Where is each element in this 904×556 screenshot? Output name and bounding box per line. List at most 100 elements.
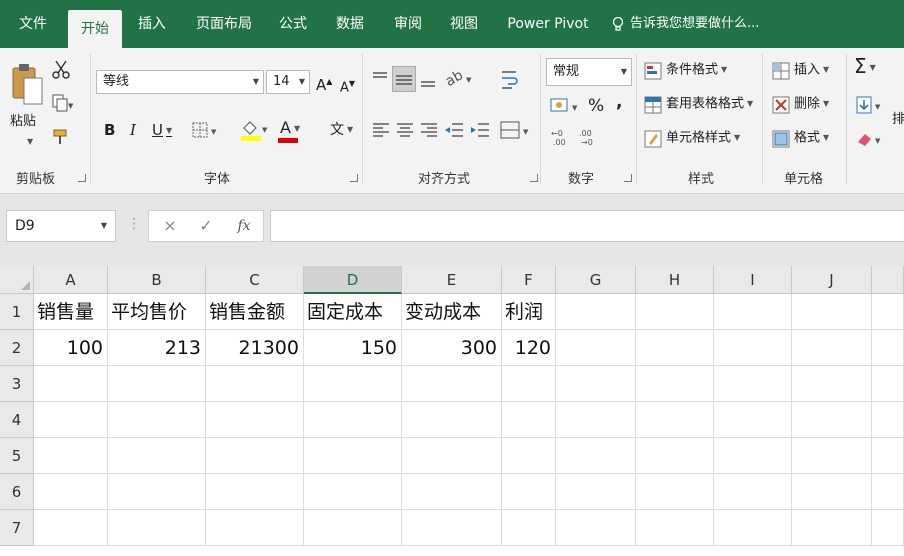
cell-g7[interactable] <box>556 510 636 546</box>
tab-data[interactable]: 数据 <box>326 0 374 48</box>
cell-g2[interactable] <box>556 330 636 366</box>
cell-a4[interactable] <box>34 402 108 438</box>
cell-a5[interactable] <box>34 438 108 474</box>
column-header-h[interactable]: H <box>636 266 714 294</box>
underline-button[interactable]: U ▼ <box>152 120 172 141</box>
phonetic-guide-button[interactable]: 文 ▼ <box>330 120 353 140</box>
cell-b1[interactable]: 平均售价 <box>108 294 206 330</box>
cancel-formula-button[interactable]: × <box>155 211 185 241</box>
column-header-c[interactable]: C <box>206 266 304 294</box>
cell-i6[interactable] <box>714 474 792 510</box>
bold-button[interactable]: B <box>104 120 115 140</box>
format-as-table-button[interactable]: 套用表格格式 ▼ <box>666 94 753 115</box>
cell-g1[interactable] <box>556 294 636 330</box>
fill-down-icon[interactable]: ▼ <box>856 96 884 116</box>
cell-b2[interactable]: 213 <box>108 330 206 366</box>
cell-f3[interactable] <box>502 366 556 402</box>
border-icon[interactable]: ▼ <box>192 122 220 138</box>
align-middle-button[interactable] <box>392 66 416 92</box>
cell-styles-button[interactable]: 单元格样式 ▼ <box>666 128 740 149</box>
cell-b3[interactable] <box>108 366 206 402</box>
tab-review[interactable]: 审阅 <box>384 0 432 48</box>
align-center-icon[interactable] <box>396 122 414 138</box>
cell-b4[interactable] <box>108 402 206 438</box>
decrease-indent-icon[interactable] <box>444 122 464 138</box>
cell-f6[interactable] <box>502 474 556 510</box>
tab-file[interactable]: 文件 <box>8 0 58 48</box>
paste-label[interactable]: 粘贴 <box>10 112 36 132</box>
percent-button[interactable]: % <box>588 96 604 116</box>
delete-cells-button[interactable]: 删除 ▼ <box>794 94 829 115</box>
cell-j7[interactable] <box>792 510 872 546</box>
insert-function-button[interactable]: fx <box>229 211 259 241</box>
number-format-select[interactable]: 常规 ▼ <box>546 58 632 86</box>
paste-button[interactable] <box>10 62 46 116</box>
cell-c5[interactable] <box>206 438 304 474</box>
cell-c2[interactable]: 21300 <box>206 330 304 366</box>
conditional-format-button[interactable]: 条件格式 ▼ <box>666 60 727 81</box>
grow-font-button[interactable]: A▲ <box>316 72 332 95</box>
tab-home[interactable]: 开始 <box>68 10 122 48</box>
cell-a7[interactable] <box>34 510 108 546</box>
cell-c3[interactable] <box>206 366 304 402</box>
column-header-d[interactable]: D <box>304 266 402 294</box>
cell-g4[interactable] <box>556 402 636 438</box>
cell-e1[interactable]: 变动成本 <box>402 294 502 330</box>
cell-d6[interactable] <box>304 474 402 510</box>
cell-e6[interactable] <box>402 474 502 510</box>
cell-e3[interactable] <box>402 366 502 402</box>
cell-f7[interactable] <box>502 510 556 546</box>
row-header-2[interactable]: 2 <box>0 330 34 366</box>
cell-c4[interactable] <box>206 402 304 438</box>
fill-color-icon[interactable]: ▼ <box>240 118 270 142</box>
sort-filter-button[interactable]: 排 <box>892 110 904 130</box>
row-header-3[interactable]: 3 <box>0 366 34 402</box>
row-header-4[interactable]: 4 <box>0 402 34 438</box>
align-top-icon[interactable] <box>372 70 388 88</box>
align-left-icon[interactable] <box>372 122 390 138</box>
increase-indent-icon[interactable] <box>470 122 490 138</box>
decrease-decimal-icon[interactable]: .00→0 <box>578 128 600 146</box>
cell-h5[interactable] <box>636 438 714 474</box>
currency-icon[interactable]: ▼ <box>550 96 582 118</box>
cell-j6[interactable] <box>792 474 872 510</box>
cell-c7[interactable] <box>206 510 304 546</box>
increase-decimal-icon[interactable]: ←0.00 <box>550 128 572 146</box>
cell-b7[interactable] <box>108 510 206 546</box>
cell-h4[interactable] <box>636 402 714 438</box>
number-launcher-icon[interactable] <box>624 174 632 182</box>
font-name-select[interactable]: 等线 ▼ <box>96 70 264 94</box>
cell-a3[interactable] <box>34 366 108 402</box>
tell-me-search[interactable]: 告诉我您想要做什么... <box>612 0 759 48</box>
row-header-5[interactable]: 5 <box>0 438 34 474</box>
cell-c6[interactable] <box>206 474 304 510</box>
comma-button[interactable]: , <box>616 92 622 112</box>
paste-dropdown[interactable]: ▼ <box>24 132 33 153</box>
merge-center-icon[interactable]: ▼ <box>500 120 532 140</box>
cell-h2[interactable] <box>636 330 714 366</box>
column-header-b[interactable]: B <box>108 266 206 294</box>
name-box[interactable]: D9 ▼ <box>6 210 116 242</box>
cell-e2[interactable]: 300 <box>402 330 502 366</box>
cell-i1[interactable] <box>714 294 792 330</box>
cell-f1[interactable]: 利润 <box>502 294 556 330</box>
row-header-6[interactable]: 6 <box>0 474 34 510</box>
enter-formula-button[interactable]: ✓ <box>191 211 221 241</box>
cell-j3[interactable] <box>792 366 872 402</box>
column-header-j[interactable]: J <box>792 266 872 294</box>
column-header-a[interactable]: A <box>34 266 108 294</box>
clipboard-launcher-icon[interactable] <box>78 174 86 182</box>
cell-a2[interactable]: 100 <box>34 330 108 366</box>
cell-f2[interactable]: 120 <box>502 330 556 366</box>
cell-j2[interactable] <box>792 330 872 366</box>
cell-i7[interactable] <box>714 510 792 546</box>
insert-cells-button[interactable]: 插入 ▼ <box>794 60 829 81</box>
cell-h7[interactable] <box>636 510 714 546</box>
cell-j1[interactable] <box>792 294 872 330</box>
cell-e4[interactable] <box>402 402 502 438</box>
font-launcher-icon[interactable] <box>350 174 358 182</box>
cell-c1[interactable]: 销售金额 <box>206 294 304 330</box>
autosum-button[interactable]: Σ ▼ <box>854 56 876 78</box>
cell-f5[interactable] <box>502 438 556 474</box>
cell-a1[interactable]: 销售量 <box>34 294 108 330</box>
